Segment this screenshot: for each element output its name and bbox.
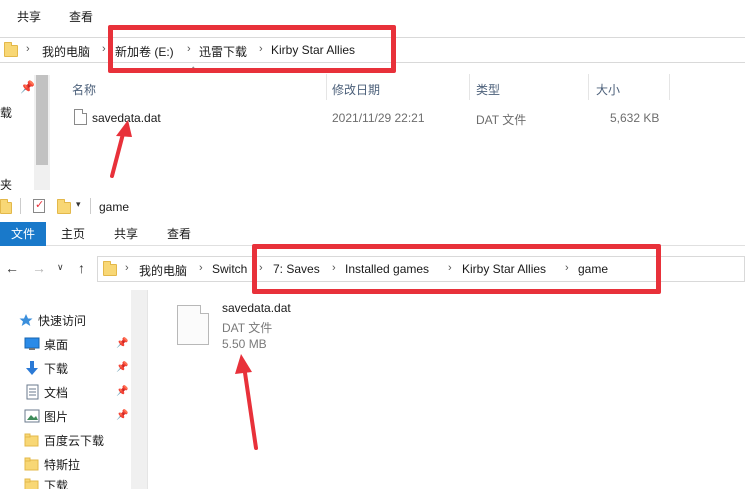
highlight-box bbox=[108, 25, 396, 73]
star-icon bbox=[18, 312, 34, 328]
tab-share[interactable]: 共享 bbox=[114, 222, 138, 246]
file-type: DAT 文件 bbox=[476, 113, 527, 127]
bottom-explorer-window: ✓ ▾ game 文件 主页 共享 查看 ← → ∨ ↑ › 我的电脑 › Sw… bbox=[0, 190, 745, 489]
up-arrow-icon[interactable]: ↑ bbox=[78, 260, 85, 276]
divider bbox=[90, 198, 91, 214]
file-icon bbox=[74, 109, 87, 125]
column-divider[interactable] bbox=[326, 74, 327, 100]
nav-downloads[interactable]: 下载 bbox=[24, 357, 68, 379]
breadcrumb-switch[interactable]: Switch bbox=[212, 262, 247, 276]
navigation-pane: 快速访问 桌面 📌 下载 📌 文档 📌 图片 📌 百度云下载 特斯拉 下载 bbox=[0, 290, 148, 489]
nav-label: 快速访问 bbox=[38, 313, 87, 328]
column-name[interactable]: 名称 bbox=[72, 81, 96, 98]
folder-icon bbox=[103, 261, 117, 276]
chevron-right-icon: › bbox=[199, 262, 203, 274]
file-size: 5.50 MB bbox=[222, 337, 267, 351]
nav-label: 下载 bbox=[44, 479, 69, 489]
nav-label: 图片 bbox=[44, 409, 69, 424]
top-explorer-window: 共享 查看 › 我的电脑 › 新加卷 (E:) › 迅雷下载 › Kirby S… bbox=[0, 0, 745, 190]
nav-baidu-downloads[interactable]: 百度云下载 bbox=[24, 429, 104, 451]
window-title: game bbox=[99, 200, 130, 214]
divider bbox=[20, 198, 21, 214]
folder-icon bbox=[24, 456, 40, 472]
document-icon bbox=[24, 384, 40, 400]
column-size[interactable]: 大小 bbox=[596, 81, 620, 98]
annotation-arrow bbox=[110, 120, 132, 178]
ribbon-tabs: 文件 主页 共享 查看 bbox=[0, 222, 745, 246]
picture-icon bbox=[24, 408, 40, 424]
scrollbar[interactable] bbox=[131, 290, 147, 489]
nav-label: 百度云下载 bbox=[44, 433, 105, 448]
tab-share[interactable]: 共享 bbox=[17, 8, 41, 25]
file-type: DAT 文件 bbox=[222, 321, 273, 335]
pin-icon: 📌 bbox=[20, 80, 35, 94]
highlight-box bbox=[252, 244, 661, 294]
nav-fragment: 夹 bbox=[0, 178, 13, 190]
folder-icon bbox=[0, 199, 12, 214]
forward-arrow-icon[interactable]: → bbox=[32, 260, 46, 276]
column-divider[interactable] bbox=[588, 74, 589, 100]
breadcrumb-my-computer[interactable]: 我的电脑 bbox=[42, 43, 90, 60]
chevron-right-icon: › bbox=[102, 43, 106, 55]
nav-desktop[interactable]: 桌面 bbox=[24, 333, 68, 355]
column-modified[interactable]: 修改日期 bbox=[332, 81, 380, 98]
folder-icon bbox=[24, 477, 40, 489]
nav-label: 下载 bbox=[44, 361, 69, 376]
file-modified: 2021/11/29 22:21 bbox=[332, 111, 425, 125]
annotation-arrow bbox=[235, 354, 258, 450]
folder-icon bbox=[4, 42, 18, 57]
quick-access-dropdown-icon[interactable]: ▾ bbox=[76, 199, 81, 210]
nav-pictures[interactable]: 图片 bbox=[24, 405, 68, 427]
nav-label: 特斯拉 bbox=[44, 457, 81, 472]
file-icon bbox=[177, 305, 209, 345]
properties-icon[interactable]: ✓ bbox=[33, 199, 45, 213]
back-arrow-icon[interactable]: ← bbox=[5, 260, 19, 276]
tab-file[interactable]: 文件 bbox=[0, 222, 46, 246]
folder-icon bbox=[24, 432, 40, 448]
column-divider[interactable] bbox=[469, 74, 470, 100]
pin-icon[interactable]: 📌 bbox=[116, 338, 128, 349]
column-divider[interactable] bbox=[669, 74, 670, 100]
file-size: 5,632 KB bbox=[610, 111, 660, 125]
nav-documents[interactable]: 文档 bbox=[24, 381, 68, 403]
file-name: savedata.dat bbox=[222, 301, 291, 315]
breadcrumb-my-computer[interactable]: 我的电脑 bbox=[139, 262, 187, 279]
chevron-right-icon: › bbox=[26, 43, 30, 55]
title-bar: ✓ ▾ game bbox=[0, 190, 745, 222]
pin-icon[interactable]: 📌 bbox=[116, 386, 128, 397]
scrollbar-thumb[interactable] bbox=[36, 75, 48, 165]
pin-icon[interactable]: 📌 bbox=[116, 362, 128, 373]
desktop-icon bbox=[24, 336, 40, 352]
recent-dropdown-icon[interactable]: ∨ bbox=[57, 262, 64, 273]
tab-home[interactable]: 主页 bbox=[61, 222, 85, 246]
tab-view[interactable]: 查看 bbox=[69, 8, 93, 25]
chevron-right-icon: › bbox=[125, 262, 129, 274]
pin-icon[interactable]: 📌 bbox=[116, 410, 128, 421]
nav-quick-access[interactable]: 快速访问 bbox=[18, 309, 86, 331]
column-type[interactable]: 类型 bbox=[476, 81, 500, 98]
tab-view[interactable]: 查看 bbox=[167, 222, 191, 246]
nav-label: 桌面 bbox=[44, 337, 69, 352]
download-icon bbox=[24, 360, 40, 376]
new-folder-icon[interactable] bbox=[57, 199, 71, 214]
nav-tesla[interactable]: 特斯拉 bbox=[24, 453, 80, 475]
nav-fragment: 载 bbox=[0, 106, 13, 120]
nav-label: 文档 bbox=[44, 385, 69, 400]
nav-downloads-folder[interactable]: 下载 bbox=[24, 477, 68, 489]
